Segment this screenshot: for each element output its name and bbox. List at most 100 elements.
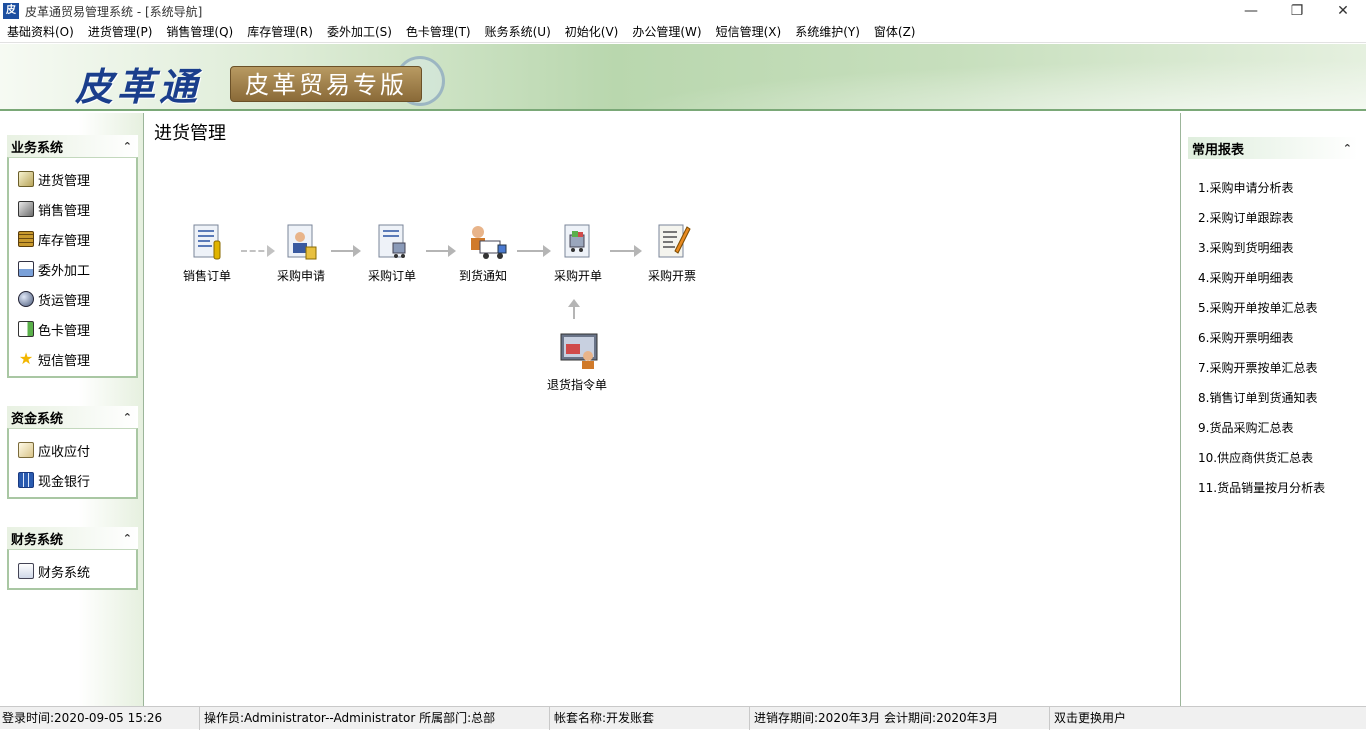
menu-basic-data[interactable]: 基础资料(O) xyxy=(0,22,81,43)
flow-label: 采购开单 xyxy=(553,269,602,283)
sidebar-item-outsource[interactable]: 委外加工 xyxy=(9,254,136,284)
sidebar-item-label: 货运管理 xyxy=(38,293,91,309)
menu-office[interactable]: 办公管理(W) xyxy=(625,22,708,43)
sidebar-item-label: 应收应付 xyxy=(38,444,91,460)
sidebar-item-sales[interactable]: 销售管理 xyxy=(9,194,136,224)
app-banner: 皮革通 皮革贸易专版 xyxy=(0,44,1366,111)
purchase-icon xyxy=(18,171,34,187)
reports-panel: 常用报表 ⌃ 1.采购申请分析表 2.采购订单跟踪表 3.采购到货明细表 4.采… xyxy=(1180,113,1366,706)
menu-init[interactable]: 初始化(V) xyxy=(558,22,626,43)
sidebar-item-purchase[interactable]: 进货管理 xyxy=(9,164,136,194)
sidebar-item-inventory[interactable]: 库存管理 xyxy=(9,224,136,254)
status-switch-user[interactable]: 双击更换用户 xyxy=(1050,707,1366,730)
reports-title: 常用报表 xyxy=(1192,142,1245,158)
sidebar-item-finance[interactable]: 财务系统 xyxy=(9,556,136,586)
restore-icon[interactable]: ❐ xyxy=(1274,0,1320,22)
menu-outsource[interactable]: 委外加工(S) xyxy=(320,22,399,43)
title-bar: 皮 皮革通贸易管理系统 - [系统导航] — ❐ ✕ xyxy=(0,0,1366,22)
flow-node-sales-order[interactable]: 销售订单 xyxy=(162,221,252,284)
collapse-icon[interactable]: ⌃ xyxy=(123,140,132,153)
report-link[interactable]: 2.采购订单跟踪表 xyxy=(1198,209,1293,226)
menu-maintenance[interactable]: 系统维护(Y) xyxy=(788,22,867,43)
reports-header[interactable]: 常用报表 ⌃ xyxy=(1188,137,1358,159)
sidebar-item-label: 进货管理 xyxy=(38,173,91,189)
collapse-icon[interactable]: ⌃ xyxy=(1343,142,1352,155)
flow-arrow-up xyxy=(568,299,580,319)
group-finance: 财务系统 ⌃ 财务系统 xyxy=(7,527,138,590)
window-title: 皮革通贸易管理系统 - [系统导航] xyxy=(25,4,203,19)
color-card-icon xyxy=(18,321,34,337)
menu-bar: 基础资料(O) 进货管理(P) 销售管理(Q) 库存管理(R) 委外加工(S) … xyxy=(0,22,1366,43)
flow-node-arrival-notice[interactable]: 到货通知 xyxy=(438,221,528,284)
sidebar-item-label: 库存管理 xyxy=(38,233,91,249)
sidebar-item-label: 现金银行 xyxy=(38,474,91,490)
group-header-finance[interactable]: 财务系统 ⌃ xyxy=(7,527,138,549)
report-link[interactable]: 9.货品采购汇总表 xyxy=(1198,419,1293,436)
minimize-icon[interactable]: — xyxy=(1228,0,1274,22)
flow-node-return-order[interactable]: 退货指令单 xyxy=(532,330,622,393)
report-link[interactable]: 11.货品销量按月分析表 xyxy=(1198,479,1325,496)
flow-label: 采购开票 xyxy=(647,269,696,283)
report-link[interactable]: 8.销售订单到货通知表 xyxy=(1198,389,1317,406)
collapse-icon[interactable]: ⌃ xyxy=(123,532,132,545)
sidebar-item-label: 财务系统 xyxy=(38,565,91,581)
flow-node-purchase-order[interactable]: 采购订单 xyxy=(347,221,437,284)
report-link[interactable]: 3.采购到货明细表 xyxy=(1198,239,1293,256)
menu-accounts[interactable]: 账务系统(U) xyxy=(478,22,558,43)
group-business: 业务系统 ⌃ 进货管理 销售管理 库存管理 委外加工 货运管理 色卡管理 ★ 短… xyxy=(7,135,138,378)
sidebar-item-shipping[interactable]: 货运管理 xyxy=(9,284,136,314)
main-panel: 进货管理 销售订单 采购申请 采购订单 到货通知 采购开单 采购开票 退货指令单 xyxy=(145,113,1180,706)
flow-label: 采购订单 xyxy=(367,269,416,283)
sidebar-item-receivable[interactable]: 应收应付 xyxy=(9,435,136,465)
status-account: 帐套名称:开发账套 xyxy=(550,706,750,730)
report-link[interactable]: 10.供应商供货汇总表 xyxy=(1198,449,1313,466)
collapse-icon[interactable]: ⌃ xyxy=(123,411,132,424)
group-title: 资金系统 xyxy=(11,411,64,427)
report-link[interactable]: 7.采购开票按单汇总表 xyxy=(1198,359,1317,376)
report-link[interactable]: 4.采购开单明细表 xyxy=(1198,269,1293,286)
sidebar-item-sms[interactable]: ★ 短信管理 xyxy=(9,344,136,374)
menu-window[interactable]: 窗体(Z) xyxy=(867,22,923,43)
banner-subtitle: 皮革贸易专版 xyxy=(230,66,422,102)
group-header-business[interactable]: 业务系统 ⌃ xyxy=(7,135,138,157)
sidebar-item-label: 短信管理 xyxy=(38,353,91,369)
menu-purchase[interactable]: 进货管理(P) xyxy=(81,22,160,43)
sidebar-item-label: 色卡管理 xyxy=(38,323,91,339)
star-icon: ★ xyxy=(18,349,34,368)
sales-icon xyxy=(18,201,34,217)
arrival-notice-icon xyxy=(464,221,507,263)
arrow-head xyxy=(568,299,580,307)
app-icon: 皮 xyxy=(3,3,19,19)
group-title: 财务系统 xyxy=(11,532,64,548)
group-body: 应收应付 现金银行 xyxy=(7,428,138,499)
group-body: 进货管理 销售管理 库存管理 委外加工 货运管理 色卡管理 ★ 短信管理 xyxy=(7,157,138,378)
menu-sms[interactable]: 短信管理(X) xyxy=(709,22,789,43)
sidebar-item-cash-bank[interactable]: 现金银行 xyxy=(9,465,136,495)
cash-bank-icon xyxy=(18,472,34,488)
flow-node-purchase-request[interactable]: 采购申请 xyxy=(256,221,346,284)
flow-node-purchase-invoice[interactable]: 采购开票 xyxy=(627,221,717,284)
flow-label: 销售订单 xyxy=(182,269,231,283)
group-body: 财务系统 xyxy=(7,549,138,590)
receivable-icon xyxy=(18,442,34,458)
menu-color-card[interactable]: 色卡管理(T) xyxy=(399,22,478,43)
report-link[interactable]: 1.采购申请分析表 xyxy=(1198,179,1293,196)
status-period: 进销存期间:2020年3月 会计期间:2020年3月 xyxy=(750,706,1050,730)
menu-inventory[interactable]: 库存管理(R) xyxy=(240,22,320,43)
report-link[interactable]: 5.采购开单按单汇总表 xyxy=(1198,299,1317,316)
left-sidebar: 业务系统 ⌃ 进货管理 销售管理 库存管理 委外加工 货运管理 色卡管理 ★ 短… xyxy=(0,113,144,706)
close-icon[interactable]: ✕ xyxy=(1320,0,1366,22)
flow-node-purchase-bill[interactable]: 采购开单 xyxy=(533,221,623,284)
sidebar-item-color-card[interactable]: 色卡管理 xyxy=(9,314,136,344)
group-funds: 资金系统 ⌃ 应收应付 现金银行 xyxy=(7,406,138,499)
shipping-icon xyxy=(18,291,34,307)
group-header-funds[interactable]: 资金系统 ⌃ xyxy=(7,406,138,428)
flow-label: 采购申请 xyxy=(276,269,325,283)
purchase-bill-icon xyxy=(559,221,597,263)
banner-decoration xyxy=(420,44,1366,109)
report-link[interactable]: 6.采购开票明细表 xyxy=(1198,329,1293,346)
status-login-time: 登录时间:2020-09-05 15:26 xyxy=(0,706,200,730)
menu-sales[interactable]: 销售管理(Q) xyxy=(159,22,240,43)
finance-icon xyxy=(18,563,34,579)
purchase-request-icon xyxy=(282,221,320,263)
